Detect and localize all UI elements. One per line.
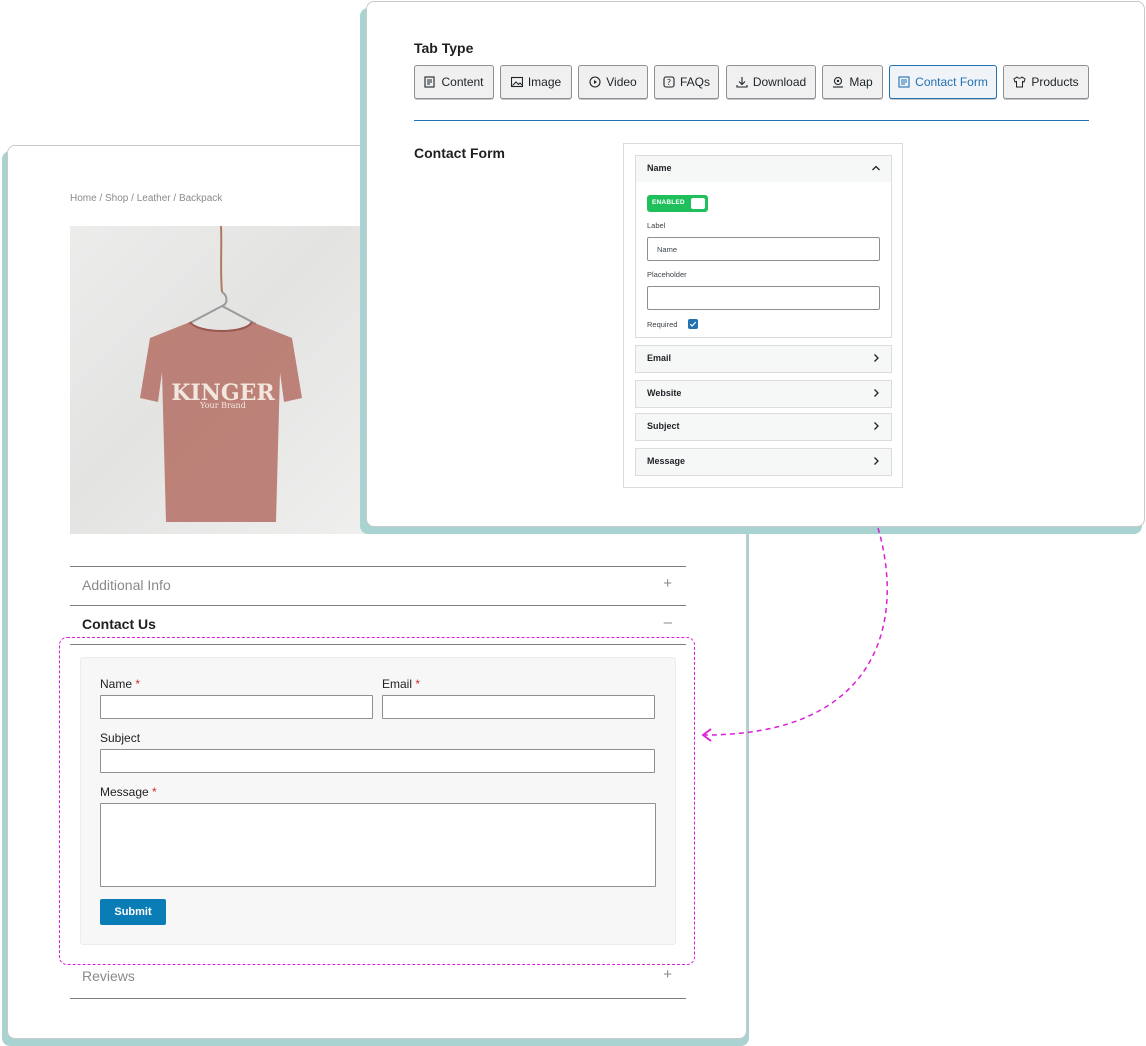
tab-download[interactable]: Download: [726, 65, 816, 99]
chevron-up-icon: [872, 165, 880, 171]
accordion-additional-info[interactable]: Additional Info +: [70, 566, 686, 606]
subject-input[interactable]: [100, 749, 655, 773]
tab-map[interactable]: Map: [822, 65, 883, 99]
content-icon: [424, 76, 436, 88]
field-header-message[interactable]: Message: [635, 448, 892, 476]
download-icon: [736, 77, 748, 88]
field-body-name: ENABLED Label Name Placeholder Required: [635, 182, 892, 338]
label-input[interactable]: Name: [647, 237, 880, 261]
subject-label: Subject: [100, 731, 141, 745]
field-header-email[interactable]: Email: [635, 345, 892, 373]
tab-label: Image: [527, 75, 562, 89]
submit-button[interactable]: Submit: [100, 899, 166, 925]
tab-label: Products: [1031, 75, 1079, 89]
tab-label: FAQs: [679, 75, 710, 89]
field-title: Message: [647, 456, 686, 466]
placeholder-caption: Placeholder: [647, 270, 687, 279]
label-caption: Label: [647, 221, 666, 230]
tab-content[interactable]: Content: [414, 65, 494, 99]
check-icon: [689, 321, 697, 327]
name-label: Name *: [100, 677, 140, 691]
contact-form-heading: Contact Form: [414, 145, 505, 161]
field-title: Name: [647, 163, 672, 173]
field-title: Subject: [647, 421, 680, 431]
video-play-icon: [589, 76, 601, 88]
breadcrumb: Home / Shop / Leather / Backpack: [70, 193, 223, 204]
tab-label: Video: [606, 75, 637, 89]
message-label-text: Message: [100, 785, 149, 799]
message-label: Message *: [100, 785, 157, 799]
contact-form: Name * Email * Subject Message * Submit: [80, 657, 676, 945]
tab-contact-form[interactable]: Contact Form: [889, 65, 997, 99]
required-caption: Required: [647, 320, 678, 329]
field-title: Website: [647, 388, 682, 398]
shirt-brand-subtext: Your Brand: [199, 401, 246, 410]
name-label-text: Name: [100, 677, 133, 691]
placeholder-input[interactable]: [647, 286, 880, 310]
required-mark: *: [135, 677, 141, 691]
tab-image[interactable]: Image: [500, 65, 572, 99]
tab-label: Download: [752, 75, 807, 89]
tab-products[interactable]: Products: [1003, 65, 1089, 99]
image-icon: [510, 76, 523, 88]
faq-icon: ?: [663, 76, 675, 88]
enabled-toggle[interactable]: ENABLED: [647, 195, 708, 212]
accordion-title: Contact Us: [82, 616, 156, 632]
tshirt-illustration: KINGER Your Brand: [140, 226, 302, 522]
chevron-right-icon: [874, 422, 879, 430]
form-icon: [898, 76, 910, 88]
name-input[interactable]: [100, 695, 373, 719]
chevron-right-icon: [874, 457, 879, 465]
form-fields-panel: Name ENABLED Label Name Placeholder Requ…: [623, 143, 903, 488]
required-mark: *: [415, 677, 421, 691]
map-pin-icon: [833, 76, 844, 88]
tab-video[interactable]: Video: [578, 65, 648, 99]
required-mark: *: [152, 785, 157, 799]
tab-type-title: Tab Type: [414, 40, 474, 56]
settings-card: Tab Type Content Image Video ? FAQs Down…: [366, 1, 1145, 527]
plus-icon: +: [663, 575, 672, 592]
chevron-right-icon: [874, 354, 879, 362]
accordion-title: Additional Info: [82, 577, 171, 593]
plus-icon: +: [663, 966, 672, 983]
field-header-website[interactable]: Website: [635, 380, 892, 408]
field-header-name[interactable]: Name: [635, 155, 892, 183]
toggle-text: ENABLED: [652, 199, 685, 206]
field-header-subject[interactable]: Subject: [635, 413, 892, 441]
product-image: KINGER Your Brand: [70, 226, 370, 534]
toggle-knob: [691, 198, 705, 209]
tabs-divider: [414, 120, 1089, 121]
minus-icon: –: [663, 614, 672, 631]
shirt-icon: [1013, 76, 1026, 88]
tab-label: Map: [849, 75, 873, 89]
email-label-text: Email: [382, 677, 413, 691]
svg-text:?: ?: [667, 78, 671, 87]
accordion-title: Reviews: [82, 968, 135, 984]
message-textarea[interactable]: [100, 803, 656, 887]
accordion-reviews[interactable]: Reviews +: [70, 966, 686, 999]
tab-faqs[interactable]: ? FAQs: [654, 65, 719, 99]
tab-label: Content: [441, 75, 484, 89]
required-checkbox[interactable]: [688, 319, 698, 329]
label-input-value: Name: [657, 245, 678, 254]
email-label: Email *: [382, 677, 420, 691]
email-input[interactable]: [382, 695, 655, 719]
chevron-right-icon: [874, 389, 879, 397]
tab-label: Contact Form: [915, 75, 988, 89]
field-title: Email: [647, 353, 672, 363]
